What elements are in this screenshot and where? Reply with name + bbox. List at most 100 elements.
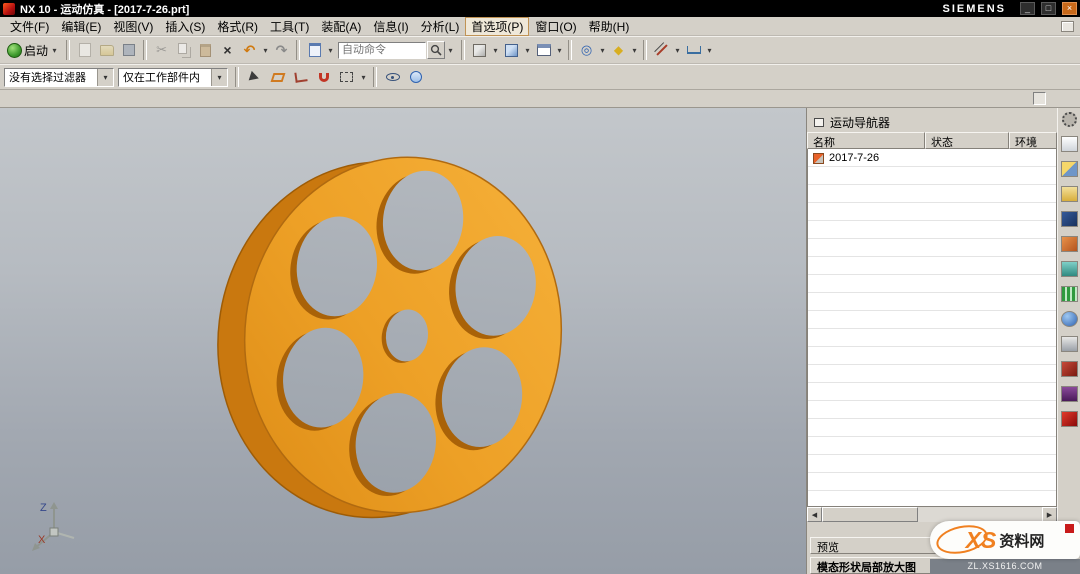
chevron-down-icon[interactable]: ▾ (326, 46, 335, 55)
chevron-down-icon[interactable]: ▾ (630, 46, 639, 55)
menu-preferences[interactable]: 首选项(P) (465, 17, 529, 36)
window-layout-button[interactable] (533, 39, 554, 61)
part-navigator-icon[interactable] (1061, 136, 1078, 152)
key-icon: ◆ (614, 43, 623, 57)
menu-file[interactable]: 文件(F) (4, 17, 55, 36)
selection-scope-value: 仅在工作部件内 (119, 69, 211, 85)
tree-row-simulation[interactable]: 2017-7-26 (808, 149, 1056, 167)
cut-button[interactable]: ✂ (151, 39, 172, 61)
edge-filter-button[interactable] (290, 66, 311, 88)
scroll-right-icon[interactable]: ▶ (1042, 507, 1057, 522)
menu-assemblies[interactable]: 装配(A) (315, 17, 367, 36)
graphics-viewport[interactable]: Z X (0, 108, 806, 574)
resource-bar (1057, 108, 1080, 574)
menu-insert[interactable]: 插入(S) (159, 17, 211, 36)
menu-help[interactable]: 帮助(H) (583, 17, 636, 36)
gear-icon[interactable] (1062, 112, 1077, 127)
navigator-titlebar: 运动导航器 (807, 112, 1057, 132)
scrollbar-track[interactable] (918, 507, 1042, 522)
column-header-status[interactable]: 状态 (925, 132, 1009, 149)
repeat-command-button[interactable] (304, 39, 325, 61)
chevron-down-icon[interactable]: ▾ (359, 73, 368, 82)
chevron-down-icon[interactable]: ▾ (673, 46, 682, 55)
touch-icon[interactable] (1061, 411, 1078, 427)
plot-chart-icon[interactable] (1061, 286, 1078, 302)
watermark: XS 资料网 ZL.XS1616.COM (930, 521, 1080, 574)
column-header-name[interactable]: 名称 (807, 132, 925, 149)
shaded-view-button[interactable] (469, 39, 490, 61)
copy-button[interactable] (173, 39, 194, 61)
navigator-column-headers: 名称 状态 环境 (807, 132, 1057, 149)
menu-information[interactable]: 信息(I) (367, 17, 414, 36)
chevron-down-icon[interactable]: ▾ (555, 46, 564, 55)
globe-icon (410, 71, 422, 83)
watermark-seal-icon (1065, 524, 1074, 533)
magnet-snap-button[interactable] (313, 66, 334, 88)
manufacturing-icon[interactable] (1061, 386, 1078, 402)
save-button[interactable] (118, 39, 139, 61)
undo-button[interactable]: ↶ (239, 39, 260, 61)
snap-target-button[interactable]: ◎ (576, 39, 597, 61)
info-sphere-icon[interactable] (1061, 311, 1078, 327)
chevron-down-icon[interactable]: ▾ (705, 46, 714, 55)
chevron-down-icon[interactable]: ▾ (446, 46, 455, 55)
navigator-tree[interactable]: 2017-7-26 (807, 149, 1057, 507)
triad-x-label: X (38, 534, 46, 546)
pointer-select-button[interactable] (244, 66, 265, 88)
cue-line (0, 90, 1080, 108)
menu-window[interactable]: 窗口(O) (529, 17, 582, 36)
delete-icon: × (223, 42, 231, 58)
redo-button[interactable]: ↷ (271, 39, 292, 61)
navigator-panel-icon[interactable] (814, 118, 824, 127)
command-finder-input[interactable] (338, 42, 426, 59)
chevron-down-icon[interactable]: ▾ (261, 46, 270, 55)
search-button[interactable] (427, 41, 445, 59)
reuse-library-icon[interactable] (1061, 186, 1078, 202)
toolbar-separator (296, 40, 300, 60)
menu-analysis[interactable]: 分析(L) (415, 17, 466, 36)
measure-button[interactable] (651, 39, 672, 61)
document-restore-icon[interactable] (1061, 21, 1074, 32)
selection-scope-combo[interactable]: 仅在工作部件内 ▾ (118, 68, 228, 87)
standard-toolbar: 启动 ▾ ✂ × ↶ ▾ ↷ ▾ ▾ ▾ ▾ ▾ ◎ ▾ (0, 36, 1080, 64)
menu-tools[interactable]: 工具(T) (264, 17, 315, 36)
new-file-button[interactable] (74, 39, 95, 61)
constraint-navigator-icon[interactable] (1061, 211, 1078, 227)
launch-menu-button[interactable]: 启动 ▾ (4, 41, 62, 60)
menu-edit[interactable]: 编辑(E) (55, 17, 107, 36)
menu-view[interactable]: 视图(V) (107, 17, 159, 36)
panel-pin-button[interactable] (1033, 92, 1046, 105)
rect-select-icon (340, 72, 353, 82)
toolbar-separator (568, 40, 572, 60)
visibility-button[interactable] (382, 66, 403, 88)
visualization-icon[interactable] (1061, 261, 1078, 277)
chevron-down-icon[interactable]: ▾ (97, 69, 113, 86)
open-button[interactable] (96, 39, 117, 61)
close-button[interactable]: × (1062, 2, 1077, 15)
delete-button[interactable]: × (217, 39, 238, 61)
column-header-environment[interactable]: 环境 (1009, 132, 1057, 149)
menu-format[interactable]: 格式(R) (211, 17, 264, 36)
history-icon[interactable] (1061, 361, 1078, 377)
minimize-button[interactable]: _ (1020, 2, 1035, 15)
chevron-down-icon[interactable]: ▾ (523, 46, 532, 55)
scrollbar-thumb[interactable] (822, 507, 918, 522)
chevron-down-icon[interactable]: ▾ (598, 46, 607, 55)
maximize-button[interactable]: □ (1041, 2, 1056, 15)
process-icon[interactable] (1061, 236, 1078, 252)
scroll-left-icon[interactable]: ◀ (807, 507, 822, 522)
rect-select-button[interactable] (336, 66, 357, 88)
chevron-down-icon[interactable]: ▾ (211, 69, 227, 86)
orient-view-button[interactable] (501, 39, 522, 61)
plane-filter-button[interactable] (267, 66, 288, 88)
navigator-hscrollbar[interactable]: ◀ ▶ (807, 507, 1057, 522)
key-shortcut-button[interactable]: ◆ (608, 39, 629, 61)
dimension-button[interactable] (683, 39, 704, 61)
selection-filter-combo[interactable]: 没有选择过滤器 ▾ (4, 68, 114, 87)
assembly-navigator-icon[interactable] (1061, 161, 1078, 177)
wheel-model[interactable] (0, 108, 806, 574)
globe-button[interactable] (405, 66, 426, 88)
chevron-down-icon[interactable]: ▾ (491, 46, 500, 55)
paste-button[interactable] (195, 39, 216, 61)
browser-icon[interactable] (1061, 336, 1078, 352)
